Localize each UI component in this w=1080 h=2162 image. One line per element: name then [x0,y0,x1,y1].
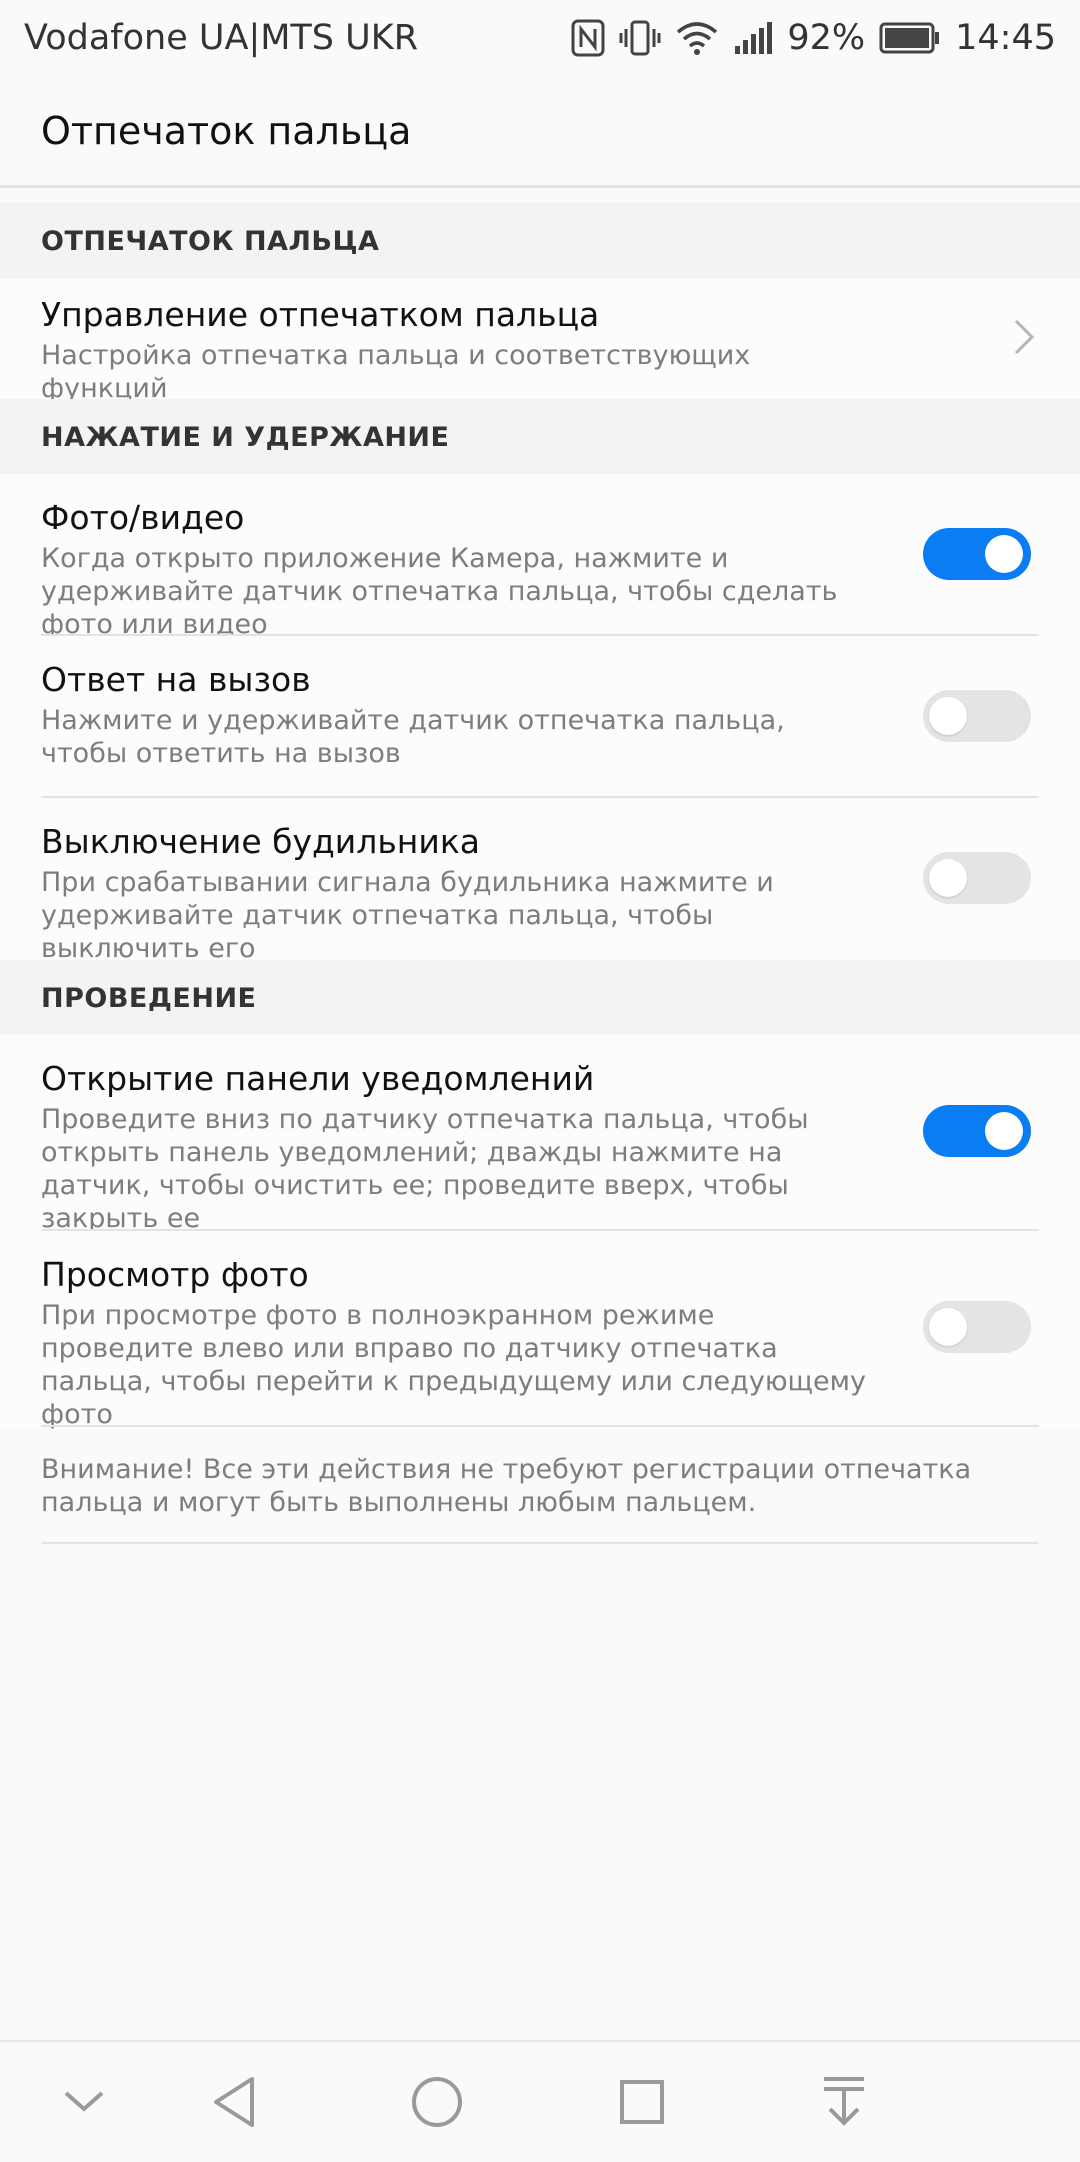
app-bar: Отпечаток пальца [0,76,1080,188]
battery-percent: 92% [787,18,866,58]
clock: 14:45 [955,18,1056,58]
photo-video-toggle[interactable] [923,528,1031,580]
toggle-knob [929,859,967,897]
toggle-knob [929,697,967,735]
nav-back-button[interactable] [198,2066,270,2138]
divider [41,1425,1039,1427]
notification-panel-toggle[interactable] [923,1105,1031,1157]
toggle-knob [929,1308,967,1346]
section-header-fingerprint: ОТПЕЧАТОК ПАЛЬЦА [0,203,1080,279]
item-description: Нажмите и удерживайте датчик отпечатка п… [41,705,785,769]
notification-panel-item[interactable]: Открытие панели уведомлений Проведите вн… [0,1035,1080,1234]
battery-icon [879,22,941,54]
section-header-press-hold: НАЖАТИЕ И УДЕРЖАНИЕ [0,399,1080,475]
page-title: Отпечаток пальца [41,108,412,153]
photo-browse-toggle[interactable] [923,1301,1031,1353]
toggle-knob [985,535,1023,573]
item-title: Фото/видео [41,498,245,537]
nav-down-button[interactable] [48,2066,120,2138]
signal-icon [733,20,773,56]
nav-down-icon [64,2091,104,2112]
item-description: При просмотре фото в полноэкранном режим… [41,1300,866,1430]
item-title: Выключение будильника [41,822,480,861]
answer-call-item[interactable]: Ответ на вызов Нажмите и удерживайте дат… [0,636,1080,798]
photo-video-item[interactable]: Фото/видео Когда открыто приложение Каме… [0,474,1080,640]
item-description: Когда открыто приложение Камера, нажмите… [41,543,838,640]
alarm-off-item[interactable]: Выключение будильника При срабатывании с… [0,798,1080,964]
vibrate-icon [619,19,661,57]
nfc-icon [571,19,605,57]
alarm-off-toggle[interactable] [923,852,1031,904]
answer-call-toggle[interactable] [923,690,1031,742]
nav-home-button[interactable] [401,2066,473,2138]
wifi-icon [675,20,719,56]
photo-browse-item[interactable]: Просмотр фото При просмотре фото в полно… [0,1231,1080,1430]
item-description: Настройка отпечатка пальца и соответству… [41,340,751,404]
status-icons: 92% 14:45 [571,18,1056,58]
status-bar: Vodafone UA|MTS UKR 92% 14:45 [0,0,1080,76]
warning-note: Внимание! Все эти действия не требуют ре… [41,1454,972,1518]
nav-pull-down-icon [824,2077,864,2126]
divider [41,1542,1039,1544]
nav-recents-icon [620,2080,664,2124]
nav-pull-down-button[interactable] [808,2066,880,2138]
nav-recents-button[interactable] [606,2066,678,2138]
navigation-bar [0,2040,1080,2162]
item-title: Открытие панели уведомлений [41,1059,595,1098]
item-title: Просмотр фото [41,1255,309,1294]
item-title: Управление отпечатком пальца [41,295,600,334]
chevron-right-icon [1014,319,1035,355]
item-title: Ответ на вызов [41,660,311,699]
carrier-name: Vodafone UA|MTS UKR [24,18,419,58]
toggle-knob [985,1112,1023,1150]
fingerprint-management-item[interactable]: Управление отпечатком пальца Настройка о… [0,279,1080,404]
item-description: При срабатывании сигнала будильника нажм… [41,867,774,964]
section-header-swipe: ПРОВЕДЕНИЕ [0,960,1080,1036]
nav-back-icon [214,2077,254,2127]
nav-home-icon [412,2077,462,2127]
item-description: Проведите вниз по датчику отпечатка паль… [41,1104,809,1234]
